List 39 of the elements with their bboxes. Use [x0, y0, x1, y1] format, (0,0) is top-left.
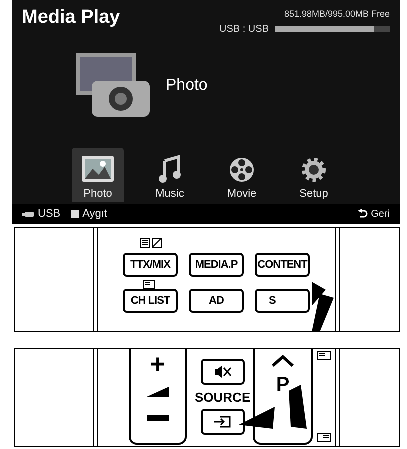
- volume-ramp-icon: [147, 387, 169, 397]
- teletext-icon: [317, 351, 331, 360]
- bottom-bar-label: Aygıt: [82, 206, 108, 222]
- teletext-icon: [140, 238, 162, 248]
- menu-item[interactable]: Music: [144, 148, 196, 202]
- device-label: USB : USB: [220, 22, 269, 36]
- list-icon: [143, 280, 155, 289]
- usb-stick-icon: [22, 212, 34, 216]
- square-icon: [70, 210, 79, 218]
- input-icon: [214, 416, 232, 428]
- music-note-icon: [159, 154, 181, 182]
- up-chevron-icon: [271, 355, 295, 367]
- bottom-bar-label: USB: [38, 206, 61, 222]
- storage-text: 851.98MB/995.00MB Free: [284, 8, 390, 21]
- remote-button[interactable]: AD: [189, 289, 244, 313]
- source-button[interactable]: [200, 409, 245, 435]
- back-label: Geri: [371, 208, 390, 222]
- mute-button[interactable]: [200, 359, 245, 385]
- remote-button[interactable]: CONTENT: [255, 253, 310, 277]
- screen-title: Media Play: [22, 6, 120, 30]
- volume-plus: +: [150, 351, 166, 377]
- back-arrow-icon: [358, 209, 368, 219]
- remote-button[interactable]: S: [255, 289, 310, 313]
- gear-icon: [301, 156, 327, 182]
- focus-label: Photo: [166, 76, 208, 96]
- picture-icon: [81, 154, 115, 182]
- volume-rocker[interactable]: +: [129, 349, 187, 445]
- menu-item[interactable]: Movie: [216, 148, 268, 202]
- mute-speaker-icon: [214, 365, 232, 379]
- film-reel-icon: [229, 156, 255, 182]
- source-label: SOURCE: [195, 391, 251, 405]
- remote-button[interactable]: TTX/MIX: [123, 253, 178, 277]
- channel-label: P: [276, 375, 290, 395]
- minus-icon: [147, 415, 169, 421]
- menu-item[interactable]: Photo: [72, 148, 124, 202]
- remote-button[interactable]: CH LIST: [123, 289, 178, 313]
- teletext-icon: [317, 433, 331, 442]
- remote-button[interactable]: MEDIA.P: [189, 253, 244, 277]
- menu-item[interactable]: Setup: [288, 148, 340, 202]
